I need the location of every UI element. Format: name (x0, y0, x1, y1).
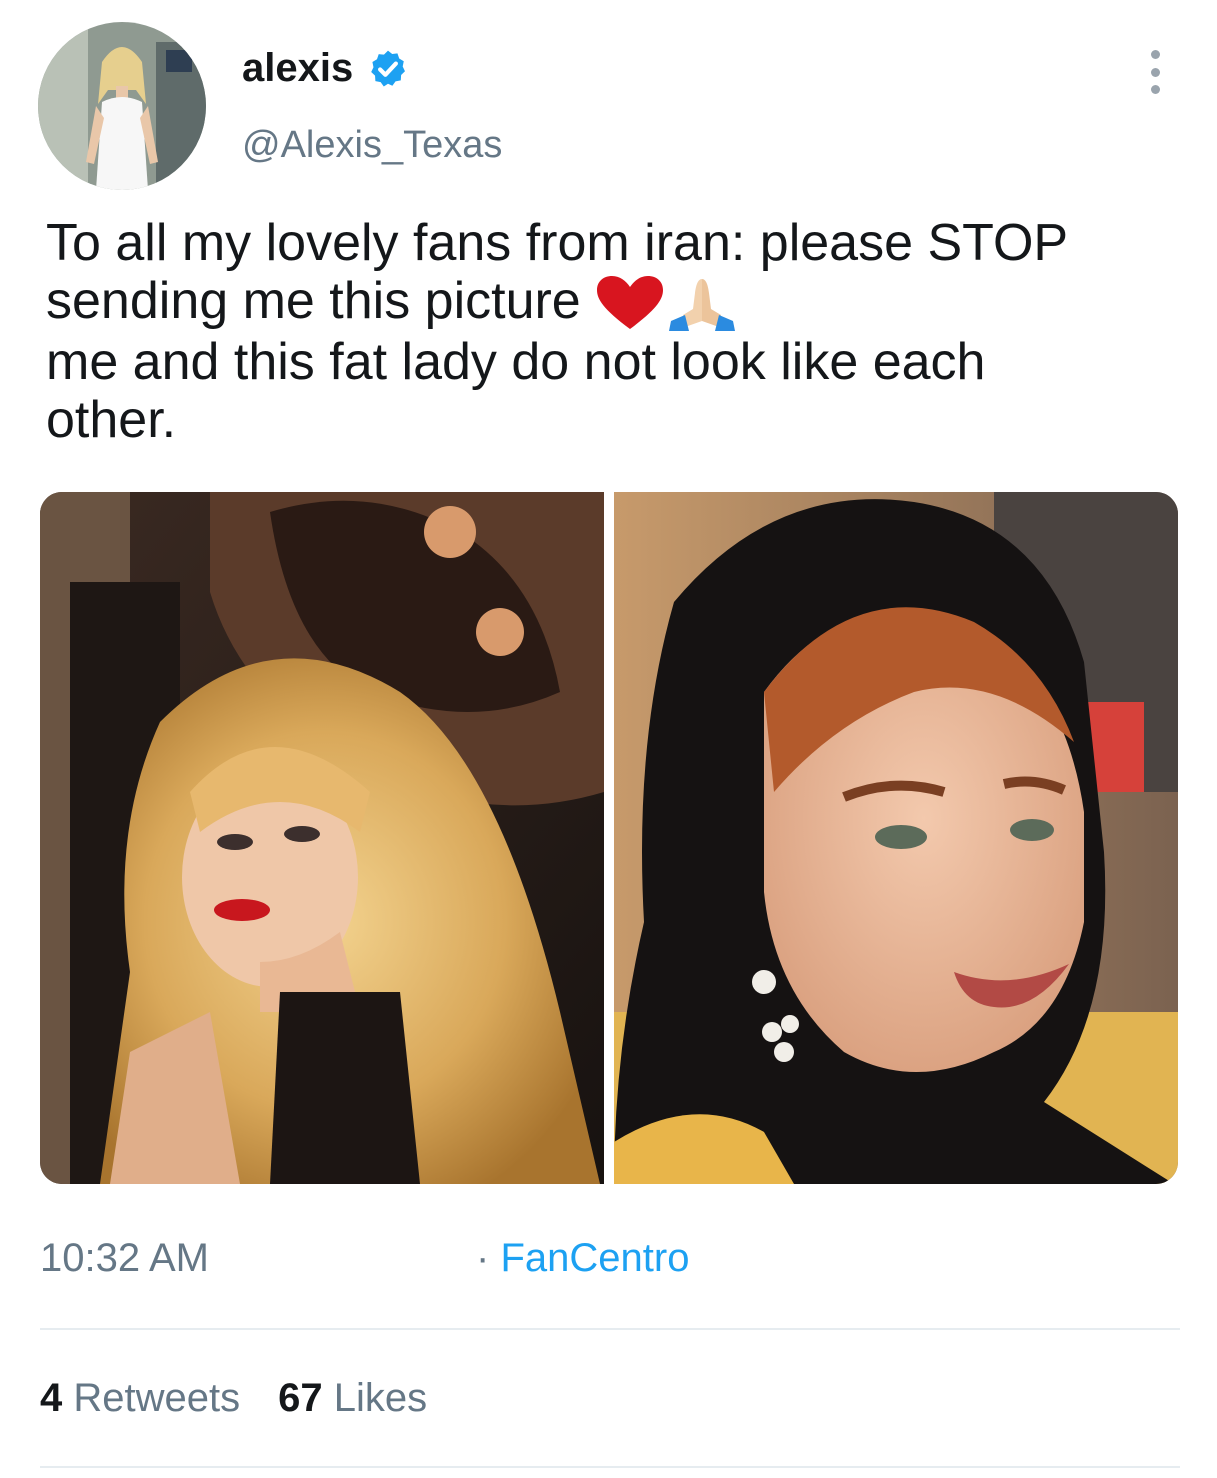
likes-count: 67 (278, 1376, 323, 1420)
likes-stat[interactable]: 67 Likes (278, 1376, 427, 1421)
user-handle[interactable]: @Alexis_Texas (242, 124, 502, 167)
engagement-stats: 4 Retweets 67 Likes (40, 1376, 427, 1421)
likes-label: Likes (333, 1376, 428, 1420)
tweet-line-2: sending me this picture (46, 272, 1186, 333)
tweet-media[interactable] (40, 492, 1178, 1184)
user-name-row: alexis (242, 46, 409, 91)
more-options-icon[interactable] (1143, 50, 1167, 94)
user-name[interactable]: alexis (242, 46, 353, 91)
source-separator: · (476, 1236, 490, 1280)
avatar[interactable] (38, 22, 206, 190)
verified-badge-icon (371, 50, 406, 86)
tweet-line-4: other. (46, 391, 177, 450)
source-link[interactable]: FanCentro (500, 1236, 689, 1280)
heart-icon (597, 276, 664, 330)
tweet-line-2-text: sending me this picture (46, 272, 581, 330)
divider (40, 1466, 1180, 1468)
tweet-text: To all my lovely fans from iran: please … (46, 214, 1186, 449)
media-photo-left[interactable] (40, 492, 604, 1184)
retweets-count: 4 (40, 1376, 63, 1420)
media-photo-right[interactable] (614, 492, 1178, 1184)
retweets-stat[interactable]: 4 Retweets (40, 1376, 240, 1421)
folded-hands-icon (669, 279, 736, 332)
tweet-source: · FanCentro (476, 1236, 689, 1281)
tweet-line-1: To all my lovely fans from iran: please … (46, 214, 1069, 272)
tweet-timestamp[interactable]: 10:32 AM (40, 1236, 209, 1281)
divider (40, 1328, 1180, 1330)
retweets-label: Retweets (73, 1376, 241, 1420)
avatar-image (38, 22, 206, 190)
tweet-line-3: me and this fat lady do not look like ea… (46, 333, 986, 392)
